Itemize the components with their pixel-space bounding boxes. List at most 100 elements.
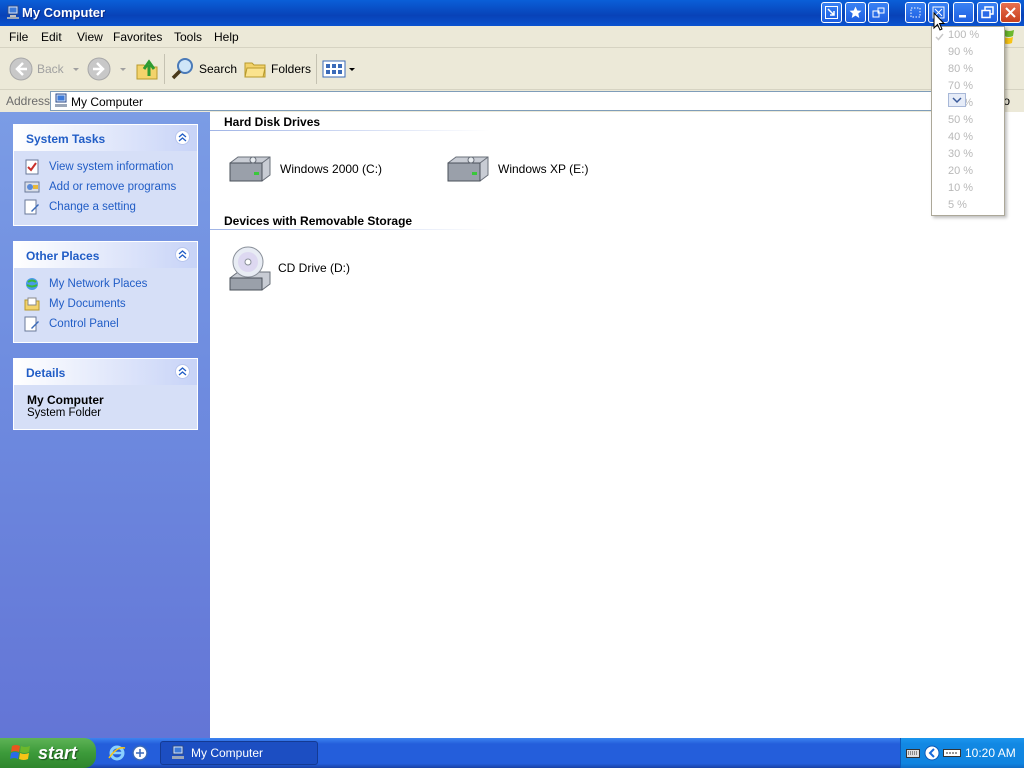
my-computer-icon — [172, 745, 184, 759]
menu-file[interactable]: File — [9, 30, 28, 44]
restore-button[interactable] — [977, 2, 998, 23]
details-title: Details — [26, 366, 66, 380]
other-places-panel: Other Places My Network Places My Docume… — [13, 241, 198, 343]
place-label: My Documents — [49, 298, 126, 310]
up-folder-button[interactable] — [134, 56, 160, 82]
task-view-system-information[interactable]: View system information — [24, 157, 189, 177]
collapse-chevron-icon[interactable] — [175, 247, 190, 262]
other-places-header[interactable]: Other Places — [14, 242, 197, 268]
start-button[interactable]: start — [0, 738, 96, 768]
clock[interactable]: 10:20 AM — [965, 746, 1016, 760]
control-panel-icon — [24, 316, 39, 332]
start-label: start — [38, 742, 78, 763]
group-divider — [210, 130, 490, 131]
back-label: Back — [37, 62, 64, 76]
zoom-option[interactable]: 90 % — [948, 46, 973, 58]
zoom-dropdown: 100 % 90 % 80 % 70 % 60 % 50 % 40 % 30 %… — [931, 26, 1005, 216]
shrink-button[interactable] — [821, 2, 842, 23]
checkmark-icon — [935, 33, 944, 41]
views-button[interactable] — [322, 56, 356, 82]
place-control-panel[interactable]: Control Panel — [24, 314, 189, 334]
details-header[interactable]: Details — [14, 359, 197, 385]
details-item-name: My Computer — [27, 393, 104, 407]
show-hidden-icons-chevron-icon[interactable] — [924, 745, 940, 761]
folders-icon — [244, 62, 266, 78]
internet-explorer-icon[interactable] — [108, 744, 126, 762]
windows-flag-icon — [10, 745, 30, 760]
drive-c[interactable]: Windows 2000 (C:) — [226, 153, 382, 185]
up-folder-icon — [136, 59, 158, 80]
address-bar: Address My Computer Go — [0, 90, 1024, 112]
zoom-option[interactable]: 5 % — [948, 199, 967, 211]
zoom-option[interactable]: 10 % — [948, 182, 973, 194]
address-label: Address — [6, 94, 51, 108]
zoom-option[interactable]: 20 % — [948, 165, 973, 177]
cd-drive-icon — [229, 246, 271, 291]
toolbar-separator — [164, 54, 165, 84]
address-dropdown-button[interactable] — [948, 93, 966, 107]
drive-label: CD Drive (D:) — [278, 261, 350, 275]
forward-button[interactable] — [87, 56, 129, 82]
zoom-option[interactable]: 40 % — [948, 131, 973, 143]
hard-drive-icon — [229, 156, 271, 182]
menu-favorites[interactable]: Favorites — [113, 30, 162, 44]
restore-icon — [981, 6, 994, 19]
drive-e[interactable]: Windows XP (E:) — [444, 153, 588, 185]
chevron-down-icon — [120, 68, 126, 71]
select-region-button[interactable] — [905, 2, 926, 23]
menu-tools[interactable]: Tools — [174, 30, 202, 44]
zoom-option[interactable]: 50 % — [948, 114, 973, 126]
zoom-option[interactable]: 30 % — [948, 148, 973, 160]
search-button[interactable]: Search — [171, 56, 237, 82]
chevron-down-icon — [72, 68, 79, 71]
favorite-button[interactable] — [845, 2, 866, 23]
drive-d-cd[interactable]: CD Drive (D:) — [226, 244, 350, 292]
system-tasks-header[interactable]: System Tasks — [14, 125, 197, 151]
address-input[interactable]: My Computer — [50, 91, 968, 111]
close-button[interactable] — [1000, 2, 1021, 23]
zoom-option[interactable]: 70 % — [948, 80, 973, 92]
task-change-setting[interactable]: Change a setting — [24, 197, 189, 217]
details-item-type: System Folder — [27, 407, 102, 419]
network-tray-icon[interactable] — [943, 748, 961, 758]
collapse-chevron-icon[interactable] — [175, 364, 190, 379]
group-divider — [210, 229, 490, 230]
drive-label: Windows XP (E:) — [498, 162, 589, 176]
place-my-network-places[interactable]: My Network Places — [24, 274, 189, 294]
menu-bar: File Edit View Favorites Tools Help — [0, 26, 1024, 48]
collapse-chevron-icon[interactable] — [175, 130, 190, 145]
chevron-down-icon — [349, 68, 355, 71]
browser-quicklaunch-icon[interactable] — [131, 744, 149, 762]
place-my-documents[interactable]: My Documents — [24, 294, 189, 314]
minimize-icon — [959, 15, 966, 18]
taskbar-window-my-computer[interactable]: My Computer — [160, 741, 318, 765]
menu-view[interactable]: View — [77, 30, 103, 44]
task-add-remove-programs[interactable]: Add or remove programs — [24, 177, 189, 197]
system-tasks-title: System Tasks — [26, 132, 106, 146]
folders-button[interactable]: Folders — [243, 56, 311, 82]
toolbar-separator — [316, 54, 317, 84]
zoom-option[interactable]: 80 % — [948, 63, 973, 75]
taskbar: start My Computer 10:20 AM — [0, 738, 1024, 768]
task-label: Add or remove programs — [49, 181, 177, 193]
menu-help[interactable]: Help — [214, 30, 239, 44]
my-documents-icon — [24, 297, 40, 311]
menu-edit[interactable]: Edit — [41, 30, 62, 44]
system-tasks-panel: System Tasks View system information Add… — [13, 124, 198, 226]
zoom-option[interactable]: 100 % — [948, 29, 979, 41]
drive-label: Windows 2000 (C:) — [280, 162, 383, 176]
keyboard-icon[interactable] — [906, 747, 920, 759]
place-label: My Network Places — [49, 278, 148, 290]
search-label: Search — [199, 62, 238, 76]
details-panel: Details My Computer System Folder — [13, 358, 198, 430]
restore-small-button[interactable] — [868, 2, 889, 23]
removable-storage-heading: Devices with Removable Storage — [224, 214, 413, 228]
back-button[interactable]: Back — [9, 56, 82, 82]
minimize-button[interactable] — [953, 2, 974, 23]
my-computer-icon — [7, 5, 19, 19]
folders-label: Folders — [271, 62, 312, 76]
chevron-down-icon — [952, 97, 962, 104]
hard-disk-drives-heading: Hard Disk Drives — [224, 115, 321, 129]
task-label: View system information — [49, 161, 174, 173]
title-bar[interactable]: My Computer — [0, 0, 1024, 26]
